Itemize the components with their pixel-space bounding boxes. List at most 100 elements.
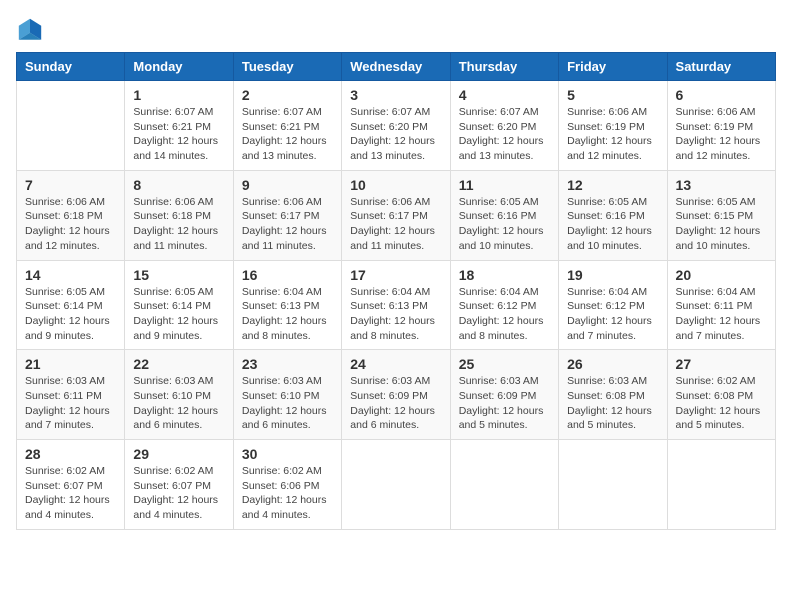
day-info: Sunrise: 6:07 AM Sunset: 6:20 PM Dayligh… — [459, 105, 550, 164]
day-number: 23 — [242, 356, 333, 372]
week-row-2: 7 Sunrise: 6:06 AM Sunset: 6:18 PM Dayli… — [17, 170, 776, 260]
calendar-cell: 2 Sunrise: 6:07 AM Sunset: 6:21 PM Dayli… — [233, 81, 341, 171]
calendar-cell: 21 Sunrise: 6:03 AM Sunset: 6:11 PM Dayl… — [17, 350, 125, 440]
day-number: 1 — [133, 87, 224, 103]
day-info: Sunrise: 6:06 AM Sunset: 6:18 PM Dayligh… — [25, 195, 116, 254]
day-number: 20 — [676, 267, 767, 283]
day-number: 6 — [676, 87, 767, 103]
calendar-cell — [17, 81, 125, 171]
calendar-cell: 9 Sunrise: 6:06 AM Sunset: 6:17 PM Dayli… — [233, 170, 341, 260]
day-number: 18 — [459, 267, 550, 283]
calendar-cell: 18 Sunrise: 6:04 AM Sunset: 6:12 PM Dayl… — [450, 260, 558, 350]
day-number: 19 — [567, 267, 658, 283]
calendar-cell: 26 Sunrise: 6:03 AM Sunset: 6:08 PM Dayl… — [559, 350, 667, 440]
calendar-cell — [342, 440, 450, 530]
calendar-cell: 6 Sunrise: 6:06 AM Sunset: 6:19 PM Dayli… — [667, 81, 775, 171]
day-number: 17 — [350, 267, 441, 283]
page-header — [16, 16, 776, 44]
day-info: Sunrise: 6:04 AM Sunset: 6:12 PM Dayligh… — [459, 285, 550, 344]
day-info: Sunrise: 6:03 AM Sunset: 6:09 PM Dayligh… — [459, 374, 550, 433]
day-info: Sunrise: 6:02 AM Sunset: 6:08 PM Dayligh… — [676, 374, 767, 433]
day-info: Sunrise: 6:04 AM Sunset: 6:11 PM Dayligh… — [676, 285, 767, 344]
day-info: Sunrise: 6:04 AM Sunset: 6:13 PM Dayligh… — [242, 285, 333, 344]
day-info: Sunrise: 6:02 AM Sunset: 6:07 PM Dayligh… — [133, 464, 224, 523]
weekday-header-row: SundayMondayTuesdayWednesdayThursdayFrid… — [17, 53, 776, 81]
day-info: Sunrise: 6:03 AM Sunset: 6:11 PM Dayligh… — [25, 374, 116, 433]
week-row-5: 28 Sunrise: 6:02 AM Sunset: 6:07 PM Dayl… — [17, 440, 776, 530]
day-info: Sunrise: 6:02 AM Sunset: 6:06 PM Dayligh… — [242, 464, 333, 523]
calendar-cell: 25 Sunrise: 6:03 AM Sunset: 6:09 PM Dayl… — [450, 350, 558, 440]
calendar-cell: 11 Sunrise: 6:05 AM Sunset: 6:16 PM Dayl… — [450, 170, 558, 260]
calendar-cell: 14 Sunrise: 6:05 AM Sunset: 6:14 PM Dayl… — [17, 260, 125, 350]
day-info: Sunrise: 6:06 AM Sunset: 6:17 PM Dayligh… — [350, 195, 441, 254]
calendar-cell: 5 Sunrise: 6:06 AM Sunset: 6:19 PM Dayli… — [559, 81, 667, 171]
calendar-table: SundayMondayTuesdayWednesdayThursdayFrid… — [16, 52, 776, 530]
calendar-cell: 22 Sunrise: 6:03 AM Sunset: 6:10 PM Dayl… — [125, 350, 233, 440]
calendar-cell: 10 Sunrise: 6:06 AM Sunset: 6:17 PM Dayl… — [342, 170, 450, 260]
calendar-cell: 19 Sunrise: 6:04 AM Sunset: 6:12 PM Dayl… — [559, 260, 667, 350]
calendar-cell: 16 Sunrise: 6:04 AM Sunset: 6:13 PM Dayl… — [233, 260, 341, 350]
day-number: 9 — [242, 177, 333, 193]
week-row-1: 1 Sunrise: 6:07 AM Sunset: 6:21 PM Dayli… — [17, 81, 776, 171]
day-number: 7 — [25, 177, 116, 193]
calendar-cell: 20 Sunrise: 6:04 AM Sunset: 6:11 PM Dayl… — [667, 260, 775, 350]
logo — [16, 16, 48, 44]
weekday-header-monday: Monday — [125, 53, 233, 81]
day-number: 25 — [459, 356, 550, 372]
week-row-4: 21 Sunrise: 6:03 AM Sunset: 6:11 PM Dayl… — [17, 350, 776, 440]
day-number: 29 — [133, 446, 224, 462]
day-number: 13 — [676, 177, 767, 193]
weekday-header-wednesday: Wednesday — [342, 53, 450, 81]
calendar-cell: 17 Sunrise: 6:04 AM Sunset: 6:13 PM Dayl… — [342, 260, 450, 350]
day-info: Sunrise: 6:05 AM Sunset: 6:14 PM Dayligh… — [133, 285, 224, 344]
week-row-3: 14 Sunrise: 6:05 AM Sunset: 6:14 PM Dayl… — [17, 260, 776, 350]
day-info: Sunrise: 6:05 AM Sunset: 6:16 PM Dayligh… — [459, 195, 550, 254]
day-number: 14 — [25, 267, 116, 283]
calendar-cell: 4 Sunrise: 6:07 AM Sunset: 6:20 PM Dayli… — [450, 81, 558, 171]
weekday-header-friday: Friday — [559, 53, 667, 81]
day-number: 16 — [242, 267, 333, 283]
day-number: 2 — [242, 87, 333, 103]
calendar-cell: 29 Sunrise: 6:02 AM Sunset: 6:07 PM Dayl… — [125, 440, 233, 530]
calendar-cell: 24 Sunrise: 6:03 AM Sunset: 6:09 PM Dayl… — [342, 350, 450, 440]
calendar-cell: 3 Sunrise: 6:07 AM Sunset: 6:20 PM Dayli… — [342, 81, 450, 171]
day-number: 30 — [242, 446, 333, 462]
day-info: Sunrise: 6:03 AM Sunset: 6:10 PM Dayligh… — [242, 374, 333, 433]
logo-icon — [16, 16, 44, 44]
day-info: Sunrise: 6:05 AM Sunset: 6:16 PM Dayligh… — [567, 195, 658, 254]
day-info: Sunrise: 6:03 AM Sunset: 6:10 PM Dayligh… — [133, 374, 224, 433]
day-info: Sunrise: 6:06 AM Sunset: 6:18 PM Dayligh… — [133, 195, 224, 254]
day-info: Sunrise: 6:02 AM Sunset: 6:07 PM Dayligh… — [25, 464, 116, 523]
day-info: Sunrise: 6:07 AM Sunset: 6:21 PM Dayligh… — [133, 105, 224, 164]
day-number: 27 — [676, 356, 767, 372]
day-number: 12 — [567, 177, 658, 193]
day-info: Sunrise: 6:05 AM Sunset: 6:14 PM Dayligh… — [25, 285, 116, 344]
day-number: 28 — [25, 446, 116, 462]
calendar-cell: 8 Sunrise: 6:06 AM Sunset: 6:18 PM Dayli… — [125, 170, 233, 260]
calendar-cell: 27 Sunrise: 6:02 AM Sunset: 6:08 PM Dayl… — [667, 350, 775, 440]
weekday-header-saturday: Saturday — [667, 53, 775, 81]
day-number: 24 — [350, 356, 441, 372]
day-info: Sunrise: 6:03 AM Sunset: 6:08 PM Dayligh… — [567, 374, 658, 433]
day-info: Sunrise: 6:07 AM Sunset: 6:21 PM Dayligh… — [242, 105, 333, 164]
day-info: Sunrise: 6:07 AM Sunset: 6:20 PM Dayligh… — [350, 105, 441, 164]
day-info: Sunrise: 6:06 AM Sunset: 6:17 PM Dayligh… — [242, 195, 333, 254]
weekday-header-sunday: Sunday — [17, 53, 125, 81]
day-info: Sunrise: 6:06 AM Sunset: 6:19 PM Dayligh… — [567, 105, 658, 164]
weekday-header-tuesday: Tuesday — [233, 53, 341, 81]
day-number: 15 — [133, 267, 224, 283]
day-number: 22 — [133, 356, 224, 372]
calendar-cell — [450, 440, 558, 530]
calendar-cell — [559, 440, 667, 530]
calendar-cell: 1 Sunrise: 6:07 AM Sunset: 6:21 PM Dayli… — [125, 81, 233, 171]
calendar-cell: 15 Sunrise: 6:05 AM Sunset: 6:14 PM Dayl… — [125, 260, 233, 350]
day-info: Sunrise: 6:03 AM Sunset: 6:09 PM Dayligh… — [350, 374, 441, 433]
calendar-cell — [667, 440, 775, 530]
day-number: 11 — [459, 177, 550, 193]
day-info: Sunrise: 6:04 AM Sunset: 6:13 PM Dayligh… — [350, 285, 441, 344]
weekday-header-thursday: Thursday — [450, 53, 558, 81]
day-number: 21 — [25, 356, 116, 372]
day-number: 5 — [567, 87, 658, 103]
day-info: Sunrise: 6:06 AM Sunset: 6:19 PM Dayligh… — [676, 105, 767, 164]
calendar-cell: 7 Sunrise: 6:06 AM Sunset: 6:18 PM Dayli… — [17, 170, 125, 260]
